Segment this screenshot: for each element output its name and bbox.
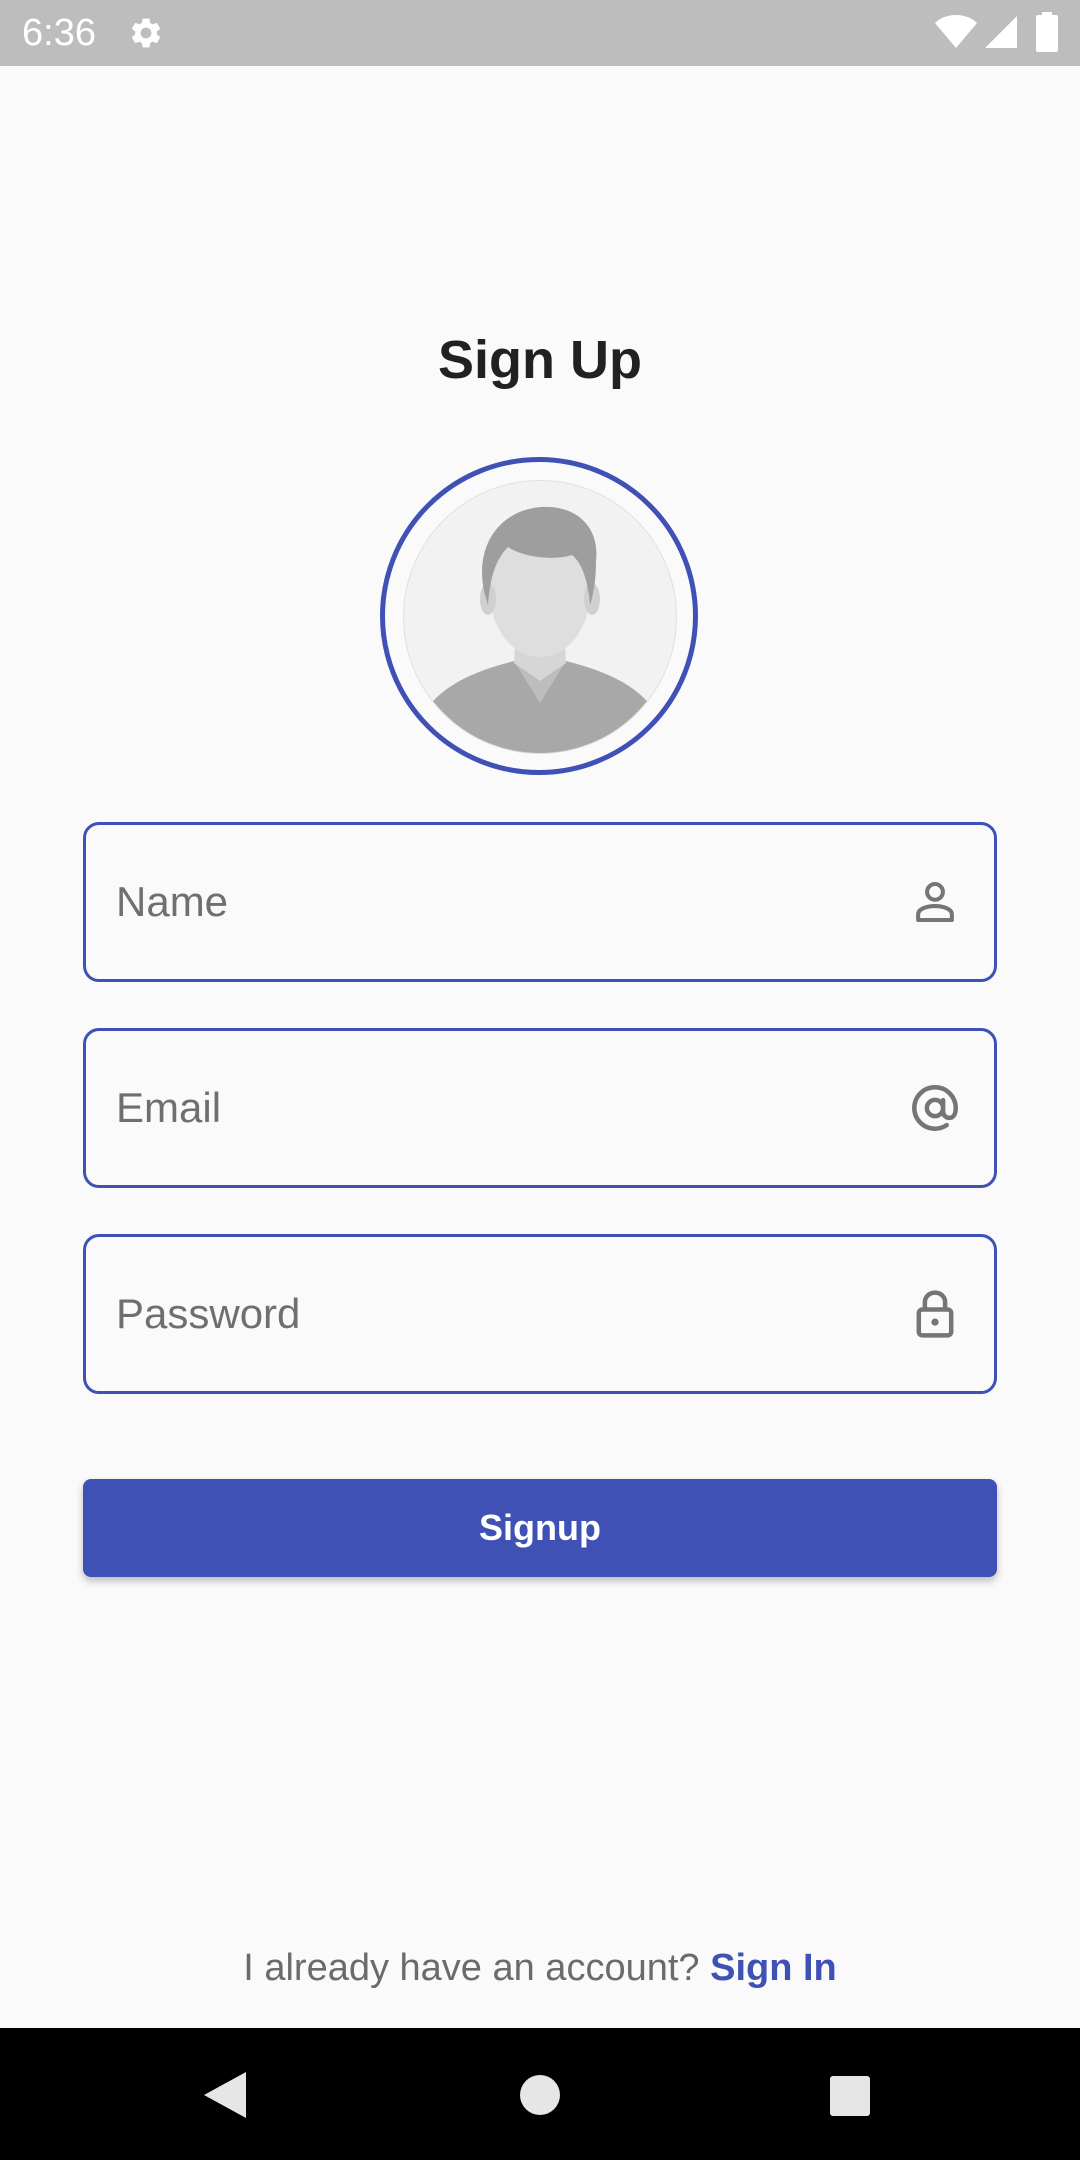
signin-prompt: I already have an account? — [243, 1947, 700, 1989]
page-title: Sign Up — [438, 330, 642, 390]
nav-bar — [0, 2028, 1080, 2160]
password-input[interactable] — [116, 1237, 896, 1391]
status-bar: 6:36 — [0, 0, 1080, 66]
at-sign-icon — [912, 1085, 958, 1131]
signin-row: I already have an account? Sign In — [0, 1944, 1080, 1992]
avatar[interactable] — [380, 457, 698, 775]
name-field[interactable] — [83, 822, 997, 982]
back-icon[interactable] — [202, 2070, 248, 2120]
gear-icon — [131, 18, 161, 48]
signal-icon — [985, 16, 1017, 48]
name-input[interactable] — [116, 825, 896, 979]
status-time: 6:36 — [22, 12, 96, 54]
person-placeholder-icon — [403, 480, 677, 754]
signin-link[interactable]: Sign In — [710, 1947, 837, 1989]
signup-button[interactable]: Signup — [83, 1479, 997, 1577]
person-outline-icon — [916, 881, 954, 923]
lock-icon — [916, 1290, 954, 1338]
battery-icon — [1036, 12, 1058, 52]
wifi-icon — [935, 15, 977, 48]
recents-icon[interactable] — [828, 2074, 872, 2118]
email-field[interactable] — [83, 1028, 997, 1188]
password-field[interactable] — [83, 1234, 997, 1394]
email-input[interactable] — [116, 1031, 896, 1185]
home-icon[interactable] — [518, 2073, 562, 2117]
